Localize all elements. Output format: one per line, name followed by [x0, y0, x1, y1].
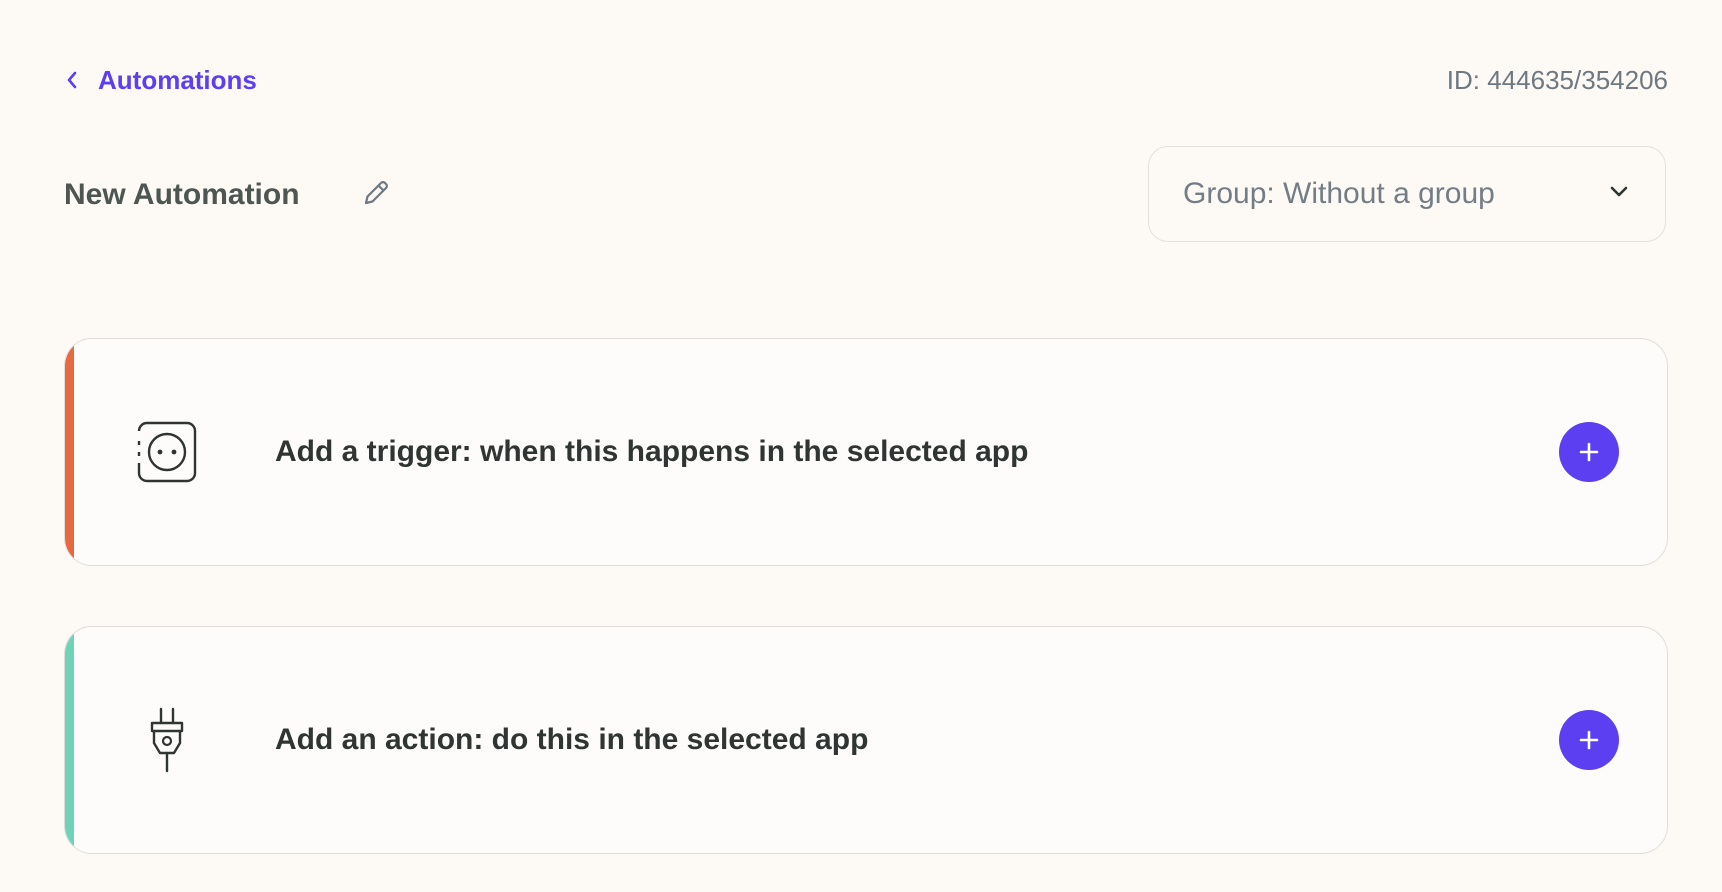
edit-title-button[interactable] [358, 177, 394, 213]
group-select[interactable]: Group: Without a group [1148, 146, 1666, 242]
page-title: New Automation [64, 178, 300, 211]
socket-icon [135, 420, 199, 484]
plug-icon [135, 707, 199, 773]
trigger-step-label: Add a trigger: when this happens in the … [275, 435, 1029, 468]
group-select-value: Group: Without a group [1183, 177, 1495, 210]
add-trigger-button[interactable] [1559, 422, 1619, 482]
back-link-label: Automations [98, 64, 257, 95]
plus-icon [1578, 724, 1600, 756]
back-to-automations-link[interactable]: Automations [66, 60, 257, 100]
trigger-step-card[interactable]: Add a trigger: when this happens in the … [64, 338, 1668, 566]
automation-id: ID: 444635/354206 [1446, 65, 1668, 95]
title-row: New Automation [64, 170, 394, 220]
add-action-button[interactable] [1559, 710, 1619, 770]
action-accent-bar [65, 627, 74, 853]
action-step-label: Add an action: do this in the selected a… [275, 723, 869, 756]
pencil-icon [360, 177, 392, 214]
chevron-down-icon [1609, 185, 1629, 204]
plus-icon [1578, 436, 1600, 468]
trigger-accent-bar [65, 339, 74, 565]
chevron-left-icon [66, 71, 78, 89]
action-step-card[interactable]: Add an action: do this in the selected a… [64, 626, 1668, 854]
